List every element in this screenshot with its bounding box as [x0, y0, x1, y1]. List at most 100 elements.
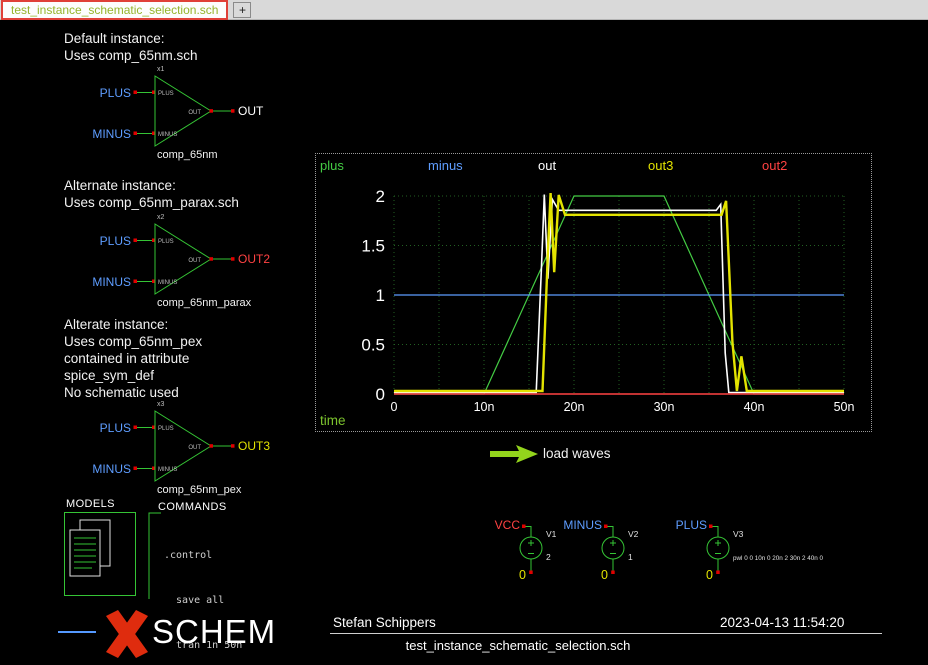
y-tick-label: 0.5	[361, 336, 385, 355]
commands-bracket	[148, 512, 162, 600]
net-label-minus[interactable]: MINUS	[92, 462, 131, 476]
source-designator: V1	[546, 529, 557, 539]
xschem-logo-x-icon	[98, 606, 154, 662]
comparator-instance-x3[interactable]: PLUS MINUS x3 PLUS MINUS OUT OUT3 comp_6…	[93, 393, 271, 501]
new-tab-button[interactable]: +	[233, 2, 251, 18]
y-tick-label: 1.5	[361, 237, 385, 256]
note-line: Alternate instance:	[64, 177, 239, 194]
pin-dot	[134, 280, 138, 284]
pin-dot	[709, 525, 713, 529]
pin-dot	[210, 444, 214, 448]
timestamp: 2023-04-13 11:54:20	[720, 615, 844, 630]
symbol-pin-name: OUT	[188, 110, 201, 116]
document-icon	[70, 530, 100, 576]
net-label-minus[interactable]: MINUS	[92, 275, 131, 289]
waveform-graph[interactable]: 00.511.52010n20n30n40n50ntimeplusminusou…	[315, 153, 872, 432]
commands-title: COMMANDS	[158, 501, 227, 513]
source-value: 2	[546, 552, 551, 562]
tab-active[interactable]: test_instance_schematic_selection.sch	[1, 0, 228, 20]
gnd-label[interactable]: 0	[706, 568, 713, 582]
decorative-blue-line	[58, 631, 96, 633]
legend-out2[interactable]: out2	[762, 158, 787, 173]
y-tick-label: 1	[376, 286, 385, 305]
tab-bar: test_instance_schematic_selection.sch +	[0, 0, 928, 20]
pin-dot	[522, 525, 526, 529]
legend-minus[interactable]: minus	[428, 158, 463, 173]
pin-dot	[231, 444, 235, 448]
comparator-instance-x1[interactable]: PLUS MINUS x1 PLUS MINUS OUT OUT comp_65…	[93, 58, 271, 166]
y-tick-label: 0	[376, 385, 385, 404]
pin-dot	[611, 571, 615, 575]
source-value: 1	[628, 552, 633, 562]
waveform-svg: 00.511.52010n20n30n40n50ntimeplusminusou…	[316, 154, 871, 431]
pin-dot	[604, 525, 608, 529]
pin-dot	[134, 239, 138, 243]
pin-dot	[134, 467, 138, 471]
author-name: Stefan Schippers	[333, 615, 436, 630]
pin-dot	[716, 571, 720, 575]
models-box[interactable]	[64, 512, 136, 596]
note-line: Uses comp_65nm_pex	[64, 333, 202, 350]
spice-command-line: save all	[164, 593, 435, 608]
spice-command-line: .control	[164, 548, 435, 563]
x-tick-label: 10n	[474, 400, 495, 414]
instance-designator: x2	[157, 214, 165, 221]
titleblock-divider	[330, 633, 882, 634]
instance-designator: x1	[157, 66, 165, 73]
x-tick-label: 20n	[564, 400, 585, 414]
net-label-minus[interactable]: MINUS	[92, 127, 131, 141]
wire	[608, 527, 614, 538]
gnd-label[interactable]: 0	[601, 568, 608, 582]
xschem-logo-text: SCHEM	[152, 613, 276, 651]
net-label-plus[interactable]: PLUS	[100, 234, 131, 248]
note-line: contained in attribute	[64, 350, 202, 367]
pin-dot	[134, 426, 138, 430]
load-waves-launcher[interactable]: load waves	[543, 446, 611, 461]
symbol-pin-name: OUT	[188, 258, 201, 264]
wire	[526, 527, 532, 538]
x-tick-label: 0	[391, 400, 398, 414]
source-designator: V3	[733, 529, 744, 539]
net-label-plus[interactable]: PLUS	[100, 421, 131, 435]
net-label-plus[interactable]: PLUS	[676, 518, 707, 532]
bracket-line	[149, 513, 161, 599]
cell-name: comp_65nm	[157, 149, 218, 161]
pin-dot	[134, 132, 138, 136]
cell-name: comp_65nm_pex	[157, 484, 242, 496]
pin-dot	[134, 91, 138, 95]
note-pex-instance: Alterate instance: Uses comp_65nm_pex co…	[64, 316, 202, 401]
symbol-pin-name: PLUS	[158, 239, 174, 245]
symbol-pin-name: MINUS	[158, 132, 177, 138]
legend-plus[interactable]: plus	[320, 158, 344, 173]
cell-name: comp_65nm_parax	[157, 297, 252, 309]
net-label-out2[interactable]: OUT2	[238, 252, 270, 266]
legend-out[interactable]: out	[538, 158, 556, 173]
pin-dot	[210, 257, 214, 261]
net-label-minus[interactable]: MINUS	[563, 518, 602, 532]
note-line: Default instance:	[64, 30, 198, 47]
schematic-filename: test_instance_schematic_selection.sch	[298, 638, 738, 653]
instance-designator: x3	[157, 401, 165, 408]
symbol-pin-name: MINUS	[158, 467, 177, 473]
net-label-plus[interactable]: PLUS	[100, 86, 131, 100]
arrow-icon-shape	[490, 445, 538, 463]
net-label-vcc[interactable]: VCC	[495, 518, 521, 532]
x-tick-label: 40n	[744, 400, 765, 414]
net-label-out3[interactable]: OUT3	[238, 439, 270, 453]
symbol-pin-name: PLUS	[158, 91, 174, 97]
comparator-instance-x2[interactable]: PLUS MINUS x2 PLUS MINUS OUT OUT2 comp_6…	[93, 206, 271, 314]
net-label-out[interactable]: OUT	[238, 104, 264, 118]
symbol-pin-name: OUT	[188, 445, 201, 451]
gnd-label[interactable]: 0	[519, 568, 526, 582]
voltage-source-v3[interactable]: PLUS 0 V3 pwl 0 0 10n 0 20n 2 30n 2 40n …	[663, 515, 883, 587]
pin-dot	[231, 257, 235, 261]
pin-dot	[529, 571, 533, 575]
schematic-canvas[interactable]: Default instance: Uses comp_65nm.sch Alt…	[0, 20, 928, 665]
pin-dot	[210, 109, 214, 113]
symbol-pin-name: PLUS	[158, 426, 174, 432]
note-line: Alterate instance:	[64, 316, 202, 333]
load-waves-arrow-icon[interactable]	[488, 444, 540, 464]
models-title: MODELS	[66, 498, 115, 510]
legend-out3[interactable]: out3	[648, 158, 673, 173]
pin-dot	[231, 109, 235, 113]
